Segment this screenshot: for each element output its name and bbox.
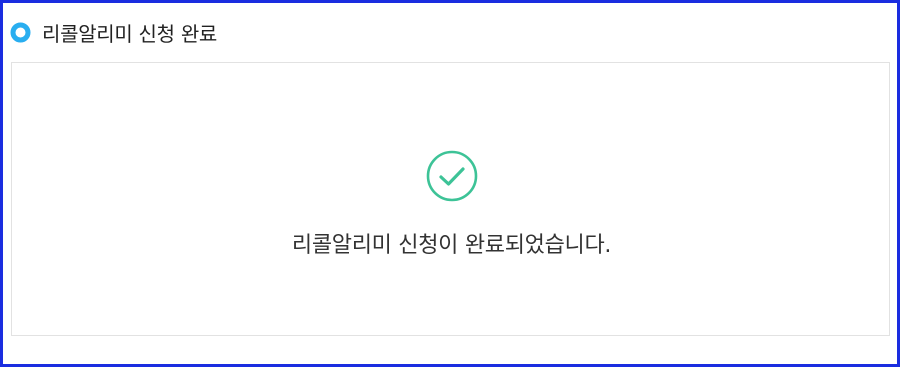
result-panel: 리콜알리미 신청이 완료되었습니다. [11, 62, 890, 336]
section-header: 리콜알리미 신청 완료 [10, 17, 217, 47]
page-title: 리콜알리미 신청 완료 [42, 21, 218, 46]
page-frame: 리콜알리미 신청 완료 리콜알리미 신청이 완료되었습니다. [0, 0, 900, 367]
completion-message: 리콜알리미 신청이 완료되었습니다. [291, 233, 612, 258]
circle-bullet-icon [10, 22, 31, 43]
check-circle-icon [426, 150, 478, 202]
